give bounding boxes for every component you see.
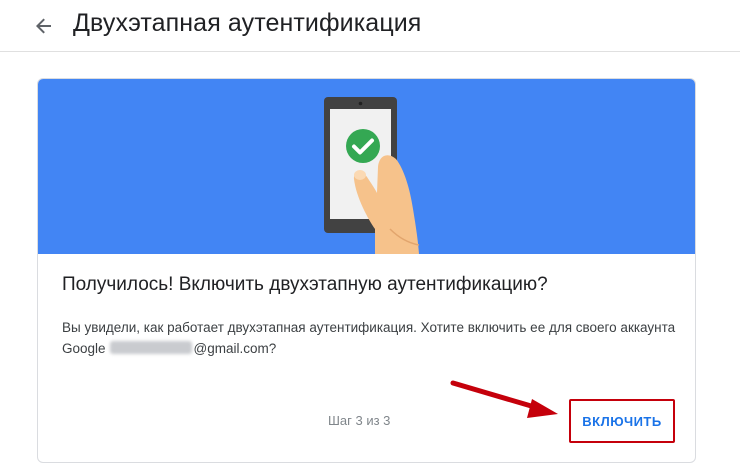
- redacted-email: [109, 341, 192, 354]
- back-button[interactable]: [28, 10, 60, 42]
- confirmation-card: Получилось! Включить двухэтапную аутенти…: [37, 78, 696, 463]
- email-domain: @gmail.com?: [193, 341, 277, 356]
- illustration-banner: [38, 79, 695, 254]
- card-title: Получилось! Включить двухэтапную аутенти…: [62, 274, 548, 295]
- card-description: Вы увидели, как работает двухэтапная аут…: [62, 317, 682, 359]
- phone-checkmark-hand-illustration: [324, 97, 420, 254]
- arrow-left-icon: [36, 18, 51, 34]
- header: Двухэтапная аутентификация: [0, 0, 740, 52]
- page-title: Двухэтапная аутентификация: [73, 9, 422, 37]
- enable-button[interactable]: ВКЛЮЧИТЬ: [569, 399, 675, 443]
- step-indicator: Шаг 3 из 3: [328, 413, 391, 428]
- enable-button-label: ВКЛЮЧИТЬ: [582, 413, 662, 429]
